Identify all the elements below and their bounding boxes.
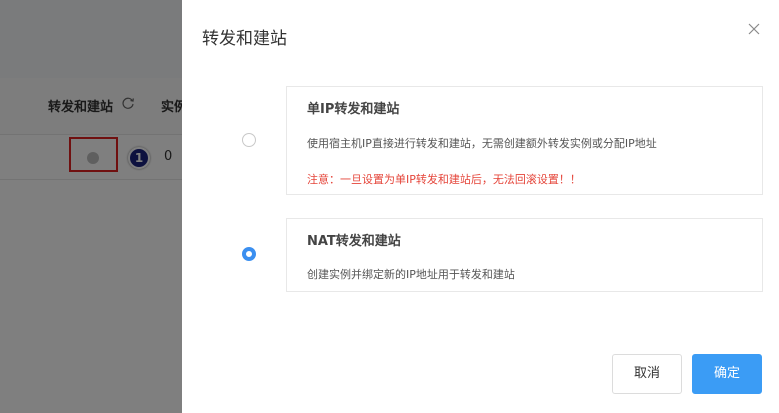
close-icon[interactable]: [748, 23, 760, 35]
cancel-button[interactable]: 取消: [612, 354, 682, 394]
dialog-title: 转发和建站: [202, 29, 287, 49]
option-single-ip[interactable]: 单IP转发和建站 使用宿主机IP直接进行转发和建站，无需创建额外转发实例或分配I…: [286, 86, 763, 195]
option-title-nat: NAT转发和建站: [307, 234, 401, 249]
forwarding-dialog: 转发和建站 单IP转发和建站 使用宿主机IP直接进行转发和建站，无需创建额外转发…: [182, 0, 779, 413]
option-description-nat: 创建实例并绑定新的IP地址用于转发和建站: [307, 268, 515, 281]
confirm-button[interactable]: 确定: [692, 354, 762, 394]
option-title-single-ip: 单IP转发和建站: [307, 102, 400, 117]
option-warning-single-ip: 注意：一旦设置为单IP转发和建站后，无法回滚设置！！: [307, 173, 581, 186]
option-nat[interactable]: NAT转发和建站 创建实例并绑定新的IP地址用于转发和建站: [286, 218, 763, 292]
radio-single-ip[interactable]: [242, 133, 256, 147]
radio-nat[interactable]: [242, 247, 256, 261]
option-description-single-ip: 使用宿主机IP直接进行转发和建站，无需创建额外转发实例或分配IP地址: [307, 137, 657, 150]
